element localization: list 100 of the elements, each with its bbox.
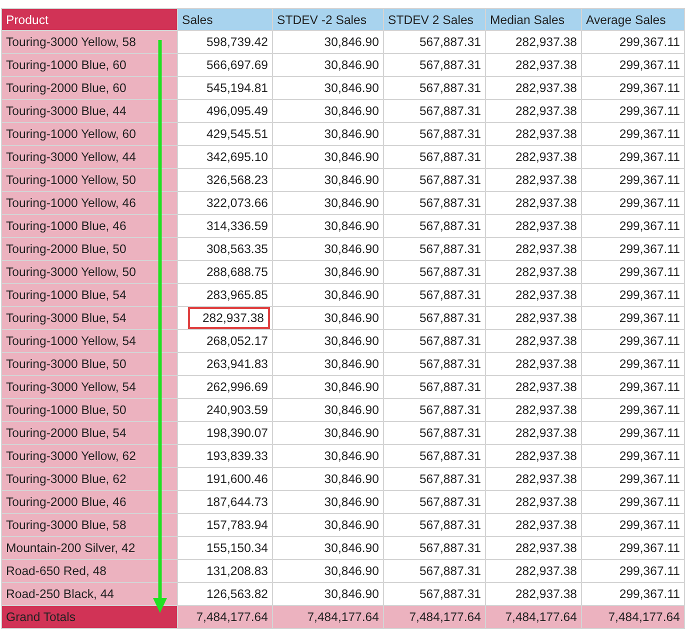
table-value: 567,887.31: [419, 380, 481, 394]
table-value: 282,937.38: [515, 518, 577, 532]
table-value: 567,887.31: [419, 150, 481, 164]
product-name: Touring-3000 Blue, 58: [6, 518, 126, 532]
column-header[interactable]: Sales: [178, 8, 272, 30]
table-value: 299,367.11: [619, 35, 680, 49]
product-name: Touring-1000 Yellow, 54: [6, 334, 136, 348]
product-name: Touring-1000 Yellow, 46: [6, 196, 136, 210]
table-value: 299,367.11: [619, 587, 680, 601]
table-value: 299,367.11: [619, 541, 680, 555]
column-header[interactable]: Product: [2, 8, 178, 30]
table-value: 30,846.90: [324, 518, 379, 532]
total-value: 7,484,177.64: [409, 610, 481, 624]
table-value: 282,937.38: [515, 541, 577, 555]
table-value: 342,695.10: [206, 150, 268, 164]
product-name: Touring-3000 Yellow, 44: [6, 150, 136, 164]
product-name: Mountain-200 Silver, 42: [6, 541, 136, 555]
product-name: Touring-1000 Blue, 46: [6, 219, 126, 233]
table-value: 30,846.90: [324, 541, 379, 555]
column-header[interactable]: STDEV 2 Sales: [384, 8, 486, 30]
table-value: 567,887.31: [419, 541, 481, 555]
table-value: 567,887.31: [419, 242, 481, 256]
table-value: 282,937.38: [515, 35, 577, 49]
product-name: Road-650 Red, 48: [6, 564, 106, 578]
table-value: 187,644.73: [206, 495, 268, 509]
product-name: Touring-2000 Blue, 60: [6, 81, 126, 95]
product-name: Touring-1000 Blue, 60: [6, 58, 126, 72]
product-name: Touring-3000 Blue, 62: [6, 472, 126, 486]
table-value: 30,846.90: [324, 196, 379, 210]
table-value: 283,965.85: [206, 288, 268, 302]
table-value: 240,903.59: [206, 403, 268, 417]
table-value: 155,150.34: [206, 541, 268, 555]
table-value: 30,846.90: [324, 380, 379, 394]
table-value: 567,887.31: [419, 196, 481, 210]
total-value: 7,484,177.64: [608, 610, 680, 624]
table-value: 567,887.31: [419, 104, 481, 118]
product-name: Touring-3000 Yellow, 58: [6, 35, 136, 49]
table-value: 299,367.11: [619, 81, 680, 95]
product-name: Touring-3000 Blue, 54: [6, 311, 126, 325]
table-value: 299,367.11: [619, 288, 680, 302]
table-value: 299,367.11: [619, 58, 680, 72]
table-value: 30,846.90: [324, 104, 379, 118]
table-value: 567,887.31: [419, 58, 481, 72]
table-value: 299,367.11: [619, 173, 680, 187]
table-value: 282,937.38: [515, 58, 577, 72]
table-value: 30,846.90: [324, 449, 379, 463]
table-value: 429,545.51: [206, 127, 268, 141]
table-value: 30,846.90: [324, 564, 379, 578]
table-value: 126,563.82: [206, 587, 268, 601]
product-name: Touring-1000 Blue, 50: [6, 403, 126, 417]
total-value: 7,484,177.64: [196, 610, 268, 624]
table-value: 193,839.33: [206, 449, 268, 463]
product-name: Touring-2000 Blue, 46: [6, 495, 126, 509]
table-value: 299,367.11: [619, 357, 680, 371]
column-header[interactable]: Average Sales: [582, 8, 684, 30]
table-value: 282,937.38: [515, 219, 577, 233]
table-value: 299,367.11: [619, 564, 680, 578]
table-value: 157,783.94: [206, 518, 268, 532]
table-value: 567,887.31: [419, 219, 481, 233]
table-value: 30,846.90: [324, 426, 379, 440]
table-value: 30,846.90: [324, 288, 379, 302]
table-value: 299,367.11: [619, 403, 680, 417]
column-header[interactable]: STDEV -2 Sales: [272, 8, 384, 30]
table-value: 299,367.11: [619, 449, 680, 463]
product-name: Touring-3000 Blue, 50: [6, 357, 126, 371]
table-value: 326,568.23: [206, 173, 268, 187]
table-value: 30,846.90: [324, 357, 379, 371]
table-value: 567,887.31: [419, 173, 481, 187]
table-value: 567,887.31: [419, 518, 481, 532]
table-value: 545,194.81: [206, 81, 268, 95]
table-value: 282,937.38: [515, 288, 577, 302]
table-value: 30,846.90: [324, 150, 379, 164]
table-value: 288,688.75: [206, 265, 268, 279]
table-value: 262,996.69: [206, 380, 268, 394]
table-value: 567,887.31: [419, 495, 481, 509]
table-value: 567,887.31: [419, 311, 481, 325]
table-value: 282,937.38: [515, 587, 577, 601]
table-value: 282,937.38: [515, 426, 577, 440]
table-value: 30,846.90: [324, 495, 379, 509]
table-value: 282,937.38: [515, 150, 577, 164]
table-value: 282,937.38: [515, 380, 577, 394]
product-name: Road-250 Black, 44: [6, 587, 114, 601]
table-value: 299,367.11: [619, 380, 680, 394]
table-value: 30,846.90: [324, 58, 379, 72]
table-value: 299,367.11: [619, 426, 680, 440]
table-value: 30,846.90: [324, 242, 379, 256]
table-value: 263,941.83: [206, 357, 268, 371]
product-name: Touring-3000 Yellow, 62: [6, 449, 136, 463]
product-name: Touring-3000 Yellow, 50: [6, 265, 136, 279]
table-value: 314,336.59: [206, 219, 268, 233]
table-value: 299,367.11: [619, 196, 680, 210]
table-value: 299,367.11: [619, 127, 680, 141]
total-value: 7,484,177.64: [505, 610, 577, 624]
table-value: 496,095.49: [206, 104, 268, 118]
table-value: 30,846.90: [324, 219, 379, 233]
table-value: 299,367.11: [619, 219, 680, 233]
table-value: 567,887.31: [419, 472, 481, 486]
column-header[interactable]: Median Sales: [486, 8, 582, 30]
table-value: 567,887.31: [419, 426, 481, 440]
table-value: 299,367.11: [619, 242, 680, 256]
